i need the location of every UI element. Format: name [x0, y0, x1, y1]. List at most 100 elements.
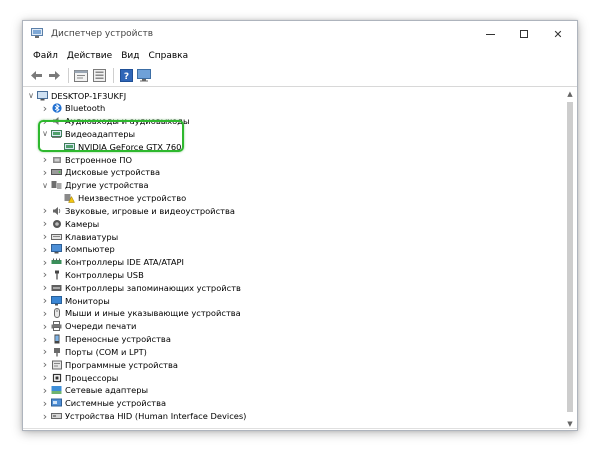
- tree-device-item[interactable]: NVIDIA GeForce GTX 760: [54, 140, 181, 153]
- chevron-right-icon[interactable]: ›: [41, 320, 49, 333]
- tree-category-item[interactable]: › Аудиовходы и аудиовыходы: [41, 115, 190, 128]
- software-device-icon: [51, 360, 62, 370]
- back-button[interactable]: [28, 68, 44, 84]
- tree-category-item[interactable]: › Порты (COM и LPT): [41, 345, 147, 358]
- device-tree[interactable]: ∨ DESKTOP-1F3UKFJ › Bluetooth › Аудиовходы …: [24, 88, 565, 430]
- maximize-icon: [520, 30, 528, 38]
- chevron-right-icon[interactable]: ›: [41, 384, 49, 397]
- title-bar[interactable]: Диспетчер устройств ✕: [23, 21, 577, 47]
- chevron-right-icon[interactable]: ›: [41, 166, 49, 179]
- chevron-right-icon[interactable]: ›: [41, 397, 49, 410]
- tree-category-item[interactable]: › Дисковые устройства: [41, 166, 160, 179]
- tree-category-item[interactable]: › Встроенное ПО: [41, 153, 132, 166]
- close-icon: ✕: [553, 27, 563, 41]
- device-manager-window: Диспетчер устройств ✕ Файл Действие Вид …: [22, 20, 578, 431]
- tree-item-label: Камеры: [65, 218, 100, 229]
- tree-category-item[interactable]: ∨ Видеоадаптеры: [41, 127, 135, 140]
- tree-item-label: Процессоры: [65, 372, 119, 383]
- tree-item-label: Видеоадаптеры: [65, 128, 136, 139]
- chevron-right-icon[interactable]: ›: [41, 204, 49, 217]
- portable-device-icon: [51, 334, 62, 344]
- vertical-scrollbar[interactable]: ▲ ▼: [564, 88, 576, 430]
- storage-controller-icon: [51, 283, 62, 293]
- forward-button[interactable]: [46, 68, 62, 84]
- chevron-right-icon[interactable]: ›: [41, 243, 49, 256]
- tree-category-item[interactable]: › Процессоры: [41, 371, 119, 384]
- menu-view[interactable]: Вид: [117, 51, 143, 61]
- tree-category-item[interactable]: › Мыши и иные указывающие устройства: [41, 307, 241, 320]
- tree-category-item[interactable]: › Переносные устройства: [41, 333, 171, 346]
- tree-category-item[interactable]: › Контроллеры USB: [41, 268, 144, 281]
- computer-icon: [51, 244, 62, 254]
- chevron-right-icon[interactable]: ›: [41, 410, 49, 423]
- tree-item-label: Bluetooth: [65, 103, 106, 114]
- tree-category-item[interactable]: › Устройства HID (Human Interface Devices…: [41, 410, 247, 423]
- properties-icon: [74, 69, 88, 82]
- menu-bar: Файл Действие Вид Справка: [23, 47, 577, 65]
- window-title: Диспетчер устройств: [51, 29, 154, 39]
- menu-file[interactable]: Файл: [29, 51, 62, 61]
- scrollbar-thumb[interactable]: [567, 102, 573, 412]
- firmware-icon: [51, 155, 62, 165]
- scan-hardware-button[interactable]: [136, 68, 152, 84]
- tree-category-item[interactable]: › Клавиатуры: [41, 230, 118, 243]
- chevron-right-icon[interactable]: ›: [41, 345, 49, 358]
- tree-item-label: Очереди печати: [65, 321, 137, 332]
- tree-category-item[interactable]: › Bluetooth: [41, 102, 105, 115]
- close-button[interactable]: ✕: [541, 21, 575, 47]
- tree-item-label: Звуковые, игровые и видеоустройства: [65, 205, 235, 216]
- chevron-right-icon[interactable]: ›: [41, 333, 49, 346]
- bluetooth-icon: [51, 103, 62, 113]
- tree-category-item[interactable]: › Контроллеры IDE ATA/ATAPI: [41, 256, 184, 269]
- chevron-right-icon[interactable]: ›: [41, 217, 49, 230]
- tree-category-item[interactable]: › Сетевые адаптеры: [41, 384, 148, 397]
- help-button[interactable]: ?: [118, 68, 134, 84]
- tree-category-item[interactable]: › Звуковые, игровые и видеоустройства: [41, 204, 235, 217]
- chevron-right-icon[interactable]: ›: [41, 281, 49, 294]
- chevron-right-icon[interactable]: ›: [41, 294, 49, 307]
- chevron-right-icon[interactable]: ›: [41, 102, 49, 115]
- chevron-right-icon[interactable]: ›: [41, 230, 49, 243]
- menu-action[interactable]: Действие: [63, 51, 116, 61]
- tree-category-item[interactable]: › Камеры: [41, 217, 99, 230]
- menu-help[interactable]: Справка: [144, 51, 192, 61]
- chevron-right-icon[interactable]: ›: [41, 371, 49, 384]
- tree-category-item[interactable]: › Очереди печати: [41, 320, 137, 333]
- chevron-right-icon[interactable]: ›: [41, 358, 49, 371]
- tree-category-item[interactable]: › Программные устройства: [41, 358, 178, 371]
- scroll-up-icon[interactable]: ▲: [564, 88, 576, 100]
- help-window-button[interactable]: [91, 68, 107, 84]
- maximize-button[interactable]: [507, 21, 541, 47]
- processor-icon: [51, 373, 62, 383]
- chevron-right-icon[interactable]: ›: [41, 307, 49, 320]
- mouse-icon: [51, 308, 62, 319]
- tree-category-item[interactable]: › Системные устройства: [41, 397, 166, 410]
- tree-category-item[interactable]: › Мониторы: [41, 294, 110, 307]
- chevron-down-icon[interactable]: ∨: [41, 127, 49, 140]
- tree-item-label: Контроллеры запоминающих устройств: [65, 282, 241, 293]
- tree-item-label: Контроллеры IDE ATA/ATAPI: [65, 257, 184, 268]
- tree-device-item[interactable]: Неизвестное устройство: [54, 192, 186, 205]
- tree-category-item[interactable]: › Контроллеры запоминающих устройств: [41, 281, 241, 294]
- tree-root[interactable]: ∨ DESKTOP-1F3UKFJ: [27, 89, 126, 102]
- camera-icon: [51, 219, 62, 229]
- minimize-icon: [485, 33, 495, 35]
- chevron-right-icon[interactable]: ›: [41, 256, 49, 269]
- chevron-down-icon[interactable]: ∨: [41, 179, 49, 192]
- chevron-right-icon[interactable]: ›: [41, 268, 49, 281]
- device-manager-icon: [31, 28, 43, 38]
- chevron-down-icon[interactable]: ∨: [27, 89, 35, 102]
- tree-item-label: Контроллеры USB: [65, 269, 144, 280]
- properties-button[interactable]: [73, 68, 89, 84]
- tree-item-label: Аудиовходы и аудиовыходы: [65, 116, 190, 127]
- tree-category-item[interactable]: › Компьютер: [41, 243, 115, 256]
- chevron-right-icon[interactable]: ›: [41, 115, 49, 128]
- toolbar: ?: [23, 65, 577, 87]
- tree-item-label: NVIDIA GeForce GTX 760: [78, 141, 182, 152]
- tree-item-label: Компьютер: [65, 244, 115, 255]
- tree-category-item[interactable]: ∨ Другие устройства: [41, 179, 149, 192]
- minimize-button[interactable]: [473, 21, 507, 47]
- tree-item-label: Неизвестное устройство: [78, 193, 187, 204]
- chevron-right-icon[interactable]: ›: [41, 153, 49, 166]
